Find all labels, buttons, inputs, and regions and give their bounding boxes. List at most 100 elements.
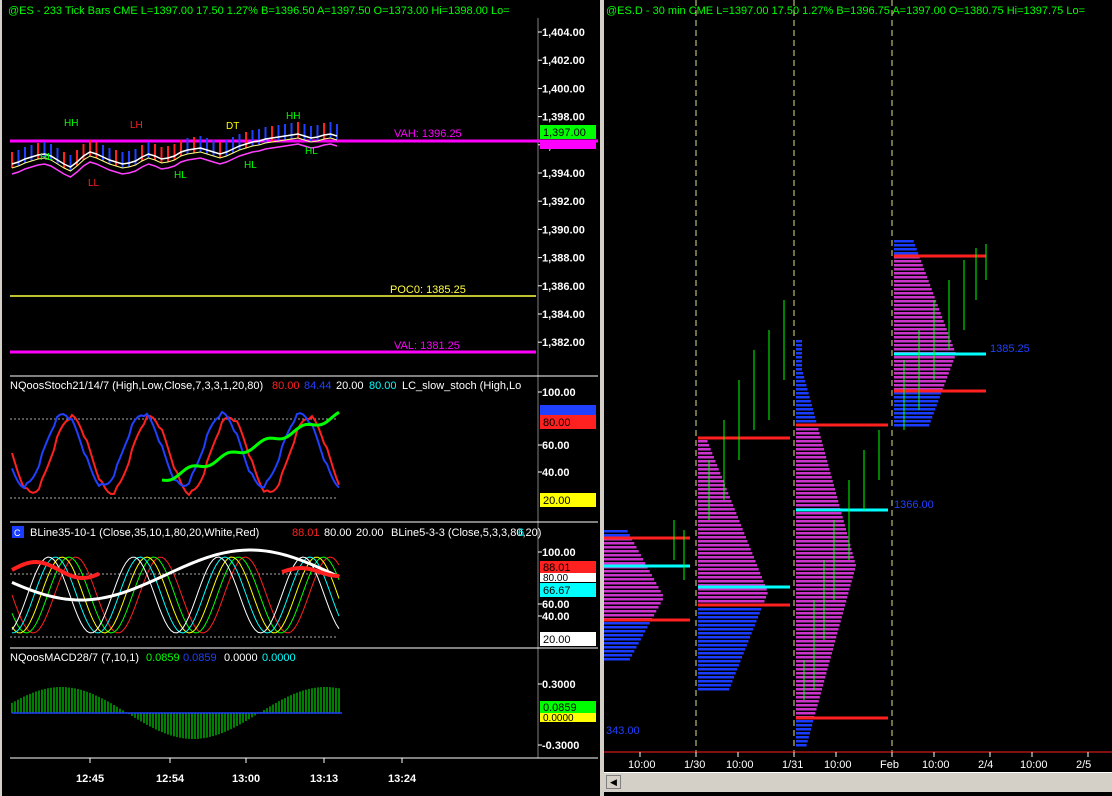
profile-row — [796, 648, 834, 651]
time-tick-label: Feb — [880, 759, 899, 771]
macd-histogram — [11, 687, 342, 739]
profile-row — [796, 664, 829, 667]
price-axis[interactable]: 1,404.001,402.001,400.001,398.001,396.00… — [538, 27, 585, 349]
profile-row — [796, 572, 854, 575]
profile-row — [604, 606, 659, 609]
profile-row — [604, 594, 663, 597]
profile-row — [698, 592, 768, 595]
profile-row — [698, 544, 750, 547]
profile-row — [894, 396, 940, 399]
scroll-left-button[interactable]: ◀ — [606, 775, 621, 789]
axis-tick-label: 100.00 — [542, 547, 576, 559]
profile-row — [894, 412, 934, 415]
profile-row — [796, 452, 826, 455]
profile-row — [698, 504, 734, 507]
poc-label: POC0: 1385.25 — [390, 284, 466, 296]
stoch-green-line — [161, 411, 340, 482]
profile-row — [604, 634, 644, 637]
profile-row — [604, 646, 637, 649]
market-profile-window[interactable]: @ES.D - 30 min CME L=1397.00 17.50 1.27%… — [604, 0, 1112, 796]
profile-row — [698, 624, 755, 627]
profile-row — [796, 720, 814, 723]
bline-66-marker-text: 66.67 — [543, 585, 571, 597]
profile-row — [796, 344, 802, 347]
swing-label: HL — [305, 146, 318, 157]
profile-row — [698, 460, 716, 463]
profile-row — [796, 584, 851, 587]
price-tick-label: 1,382.00 — [542, 337, 585, 349]
time-axis[interactable]: 10:00 1/30 10:00 1/31 10:00 Feb 10:00 2/4 10:00 2… — [628, 752, 1091, 771]
svg-text:LC_slow_stoch (High,Lo: LC_slow_stoch (High,Lo — [402, 380, 521, 392]
tick-chart-window[interactable]: @ES - 233 Tick Bars CME L=1397.00 17.50 … — [0, 0, 600, 796]
profile-row — [604, 590, 661, 593]
profile-row — [796, 356, 802, 359]
profile-row — [796, 496, 838, 499]
profile-row — [698, 464, 718, 467]
bline-80-marker-text: 80.00 — [543, 573, 568, 584]
price-tick-label: 1,388.00 — [542, 253, 585, 265]
profile-row — [796, 408, 813, 411]
profile-row — [894, 416, 933, 419]
profile-row — [796, 384, 807, 387]
profile-row — [796, 536, 849, 539]
profile-row — [796, 548, 852, 551]
time-tick-label: 12:45 — [76, 773, 104, 785]
profile-row — [796, 472, 831, 475]
profile-row — [894, 252, 919, 255]
last-price-value: 1,397.00 — [543, 127, 586, 139]
profile-row — [698, 680, 733, 683]
profile-row — [796, 436, 821, 439]
profile-row — [796, 524, 845, 527]
profile-row — [796, 420, 817, 423]
profile-row — [604, 546, 637, 549]
profile-row — [894, 328, 947, 331]
profile-row — [698, 516, 738, 519]
profile-row — [796, 596, 848, 599]
axis-tick-label: 40.00 — [542, 611, 570, 623]
swing-label: HH — [286, 111, 300, 122]
profile-row — [796, 668, 828, 671]
profile-row — [894, 316, 943, 319]
svg-text:0.0859: 0.0859 — [146, 652, 180, 664]
horizontal-scrollbar[interactable]: ◀ — [604, 772, 1112, 792]
profile-row — [894, 332, 949, 335]
profile-row — [698, 608, 762, 611]
profile-row — [894, 244, 916, 247]
time-axis[interactable]: 12:45 12:54 13:00 13:13 13:24 — [76, 758, 417, 785]
swing-label: HL — [244, 160, 257, 171]
profile-row — [698, 484, 726, 487]
tick-chart-canvas: @ES - 233 Tick Bars CME L=1397.00 17.50 … — [8, 5, 598, 785]
profile-row — [698, 600, 765, 603]
time-tick-label: 12:54 — [156, 773, 185, 785]
stoch-80-marker-text: 80.00 — [543, 417, 571, 429]
profile-row — [894, 356, 955, 359]
profile-row — [796, 712, 816, 715]
time-tick-label: 1/31 — [782, 759, 803, 771]
time-tick-label: 2/4 — [978, 759, 993, 771]
profile-row — [698, 636, 751, 639]
time-tick-label: 13:00 — [232, 773, 260, 785]
profile-row — [894, 420, 931, 423]
profile-row — [796, 484, 834, 487]
profile-row — [698, 676, 735, 679]
profile-row — [604, 654, 633, 657]
profile-row — [698, 620, 757, 623]
profile-row — [698, 684, 731, 687]
profile-row — [796, 684, 824, 687]
profile-row — [796, 516, 843, 519]
profile-row — [796, 460, 828, 463]
profile-row — [796, 520, 844, 523]
bline-panel-title: BLine35-10-1 (Close,35,10,1,80,20,White,… — [30, 527, 541, 539]
bline-lines — [11, 548, 340, 634]
profile-row — [604, 602, 661, 605]
profile-row — [698, 560, 756, 563]
profile-row — [604, 578, 655, 581]
profile-row — [796, 592, 849, 595]
profile-row — [796, 704, 818, 707]
profile-row — [796, 560, 855, 563]
profile-row — [894, 380, 946, 383]
profile-row — [796, 672, 827, 675]
profile-row — [796, 404, 812, 407]
profile-row — [894, 320, 944, 323]
chart-header: @ES.D - 30 min CME L=1397.00 17.50 1.27%… — [606, 5, 1085, 17]
